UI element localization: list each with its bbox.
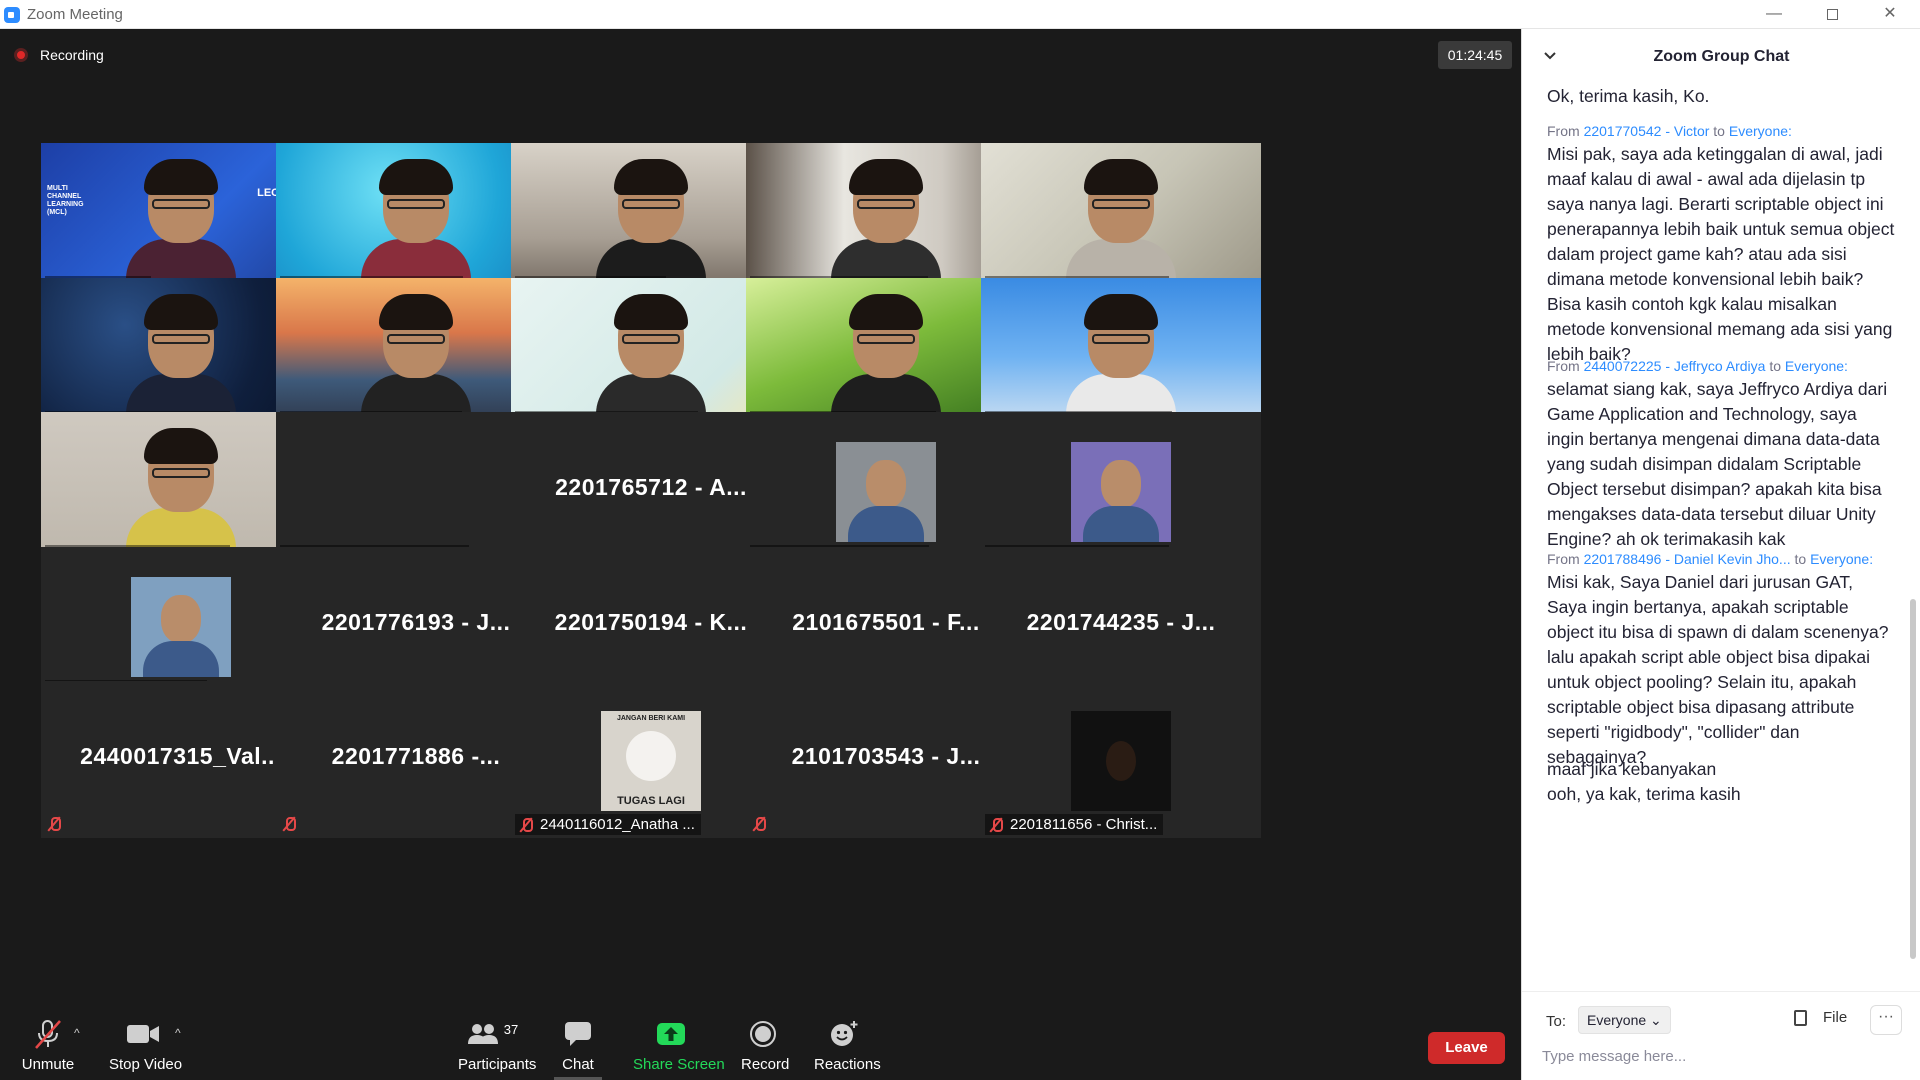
message-text: Misi pak, saya ada ketinggalan di awal, …: [1547, 144, 1895, 364]
chat-header: Zoom Group Chat: [1522, 29, 1920, 85]
share-screen-button[interactable]: Share Screen: [633, 1018, 725, 1080]
chat-scrollbar[interactable]: [1910, 129, 1916, 959]
participant-tile[interactable]: 2201811656 - Christ...: [981, 681, 1261, 838]
chat-message: From 2201770542 - Victor to Everyone: Mis…: [1547, 123, 1897, 367]
recipient-select[interactable]: Everyone ⌄: [1578, 1006, 1671, 1034]
maximize-button[interactable]: [1803, 0, 1861, 29]
more-options-button[interactable]: ···: [1870, 1005, 1902, 1035]
audio-options-caret[interactable]: ^: [74, 1026, 80, 1040]
chat-button[interactable]: Chat: [554, 1018, 602, 1080]
participant-name-label: 2440116012_Anatha ...: [515, 814, 701, 835]
participant-tile[interactable]: 2440072225 - Jeffryc...: [981, 143, 1261, 300]
to-label: To:: [1546, 1013, 1567, 1030]
message-input[interactable]: [1542, 1041, 1902, 1071]
message-text: Misi kak, Saya Daniel dari jurusan GAT, …: [1547, 572, 1889, 767]
record-icon: [741, 1018, 785, 1050]
stop-video-label: Stop Video: [109, 1056, 183, 1073]
participant-tile[interactable]: 2201788496 - Daniel ...: [981, 277, 1261, 435]
scrollbar-thumb[interactable]: [1910, 599, 1916, 959]
sender-name[interactable]: 2201770542 - Victor: [1584, 123, 1710, 139]
video-area: Recording 01:24:45 MULTI CHANNEL LEARNIN…: [0, 29, 1521, 1080]
restore-icon: [1826, 9, 1838, 20]
participant-name: 2201811656 - Christ...: [1010, 816, 1158, 833]
minimize-button[interactable]: —: [1745, 0, 1803, 29]
zoom-app-icon: [4, 7, 20, 23]
zoom-window: Zoom Meeting — ✕ Recording 01:24:45 MULT…: [0, 0, 1920, 1080]
muted-mic-icon: [519, 817, 533, 833]
recipient-name[interactable]: Everyone:: [1729, 123, 1792, 139]
chat-message: maaf jika kebanyakan ooh, ya kak, terima …: [1547, 757, 1897, 807]
participant-name-display: 2201744235 - J...: [1026, 608, 1216, 635]
message-sender-line: From 2201770542 - Victor to Everyone:: [1547, 123, 1792, 139]
reactions-button[interactable]: Reactions: [814, 1018, 881, 1080]
window-title: Zoom Meeting: [27, 6, 123, 23]
muted-mic-icon: [47, 816, 61, 832]
recording-label: Recording: [40, 47, 104, 63]
chat-title: Zoom Group Chat: [1653, 48, 1790, 65]
leave-button[interactable]: Leave: [1428, 1032, 1505, 1064]
record-button[interactable]: Record: [741, 1018, 790, 1080]
participant-avatar: [131, 576, 231, 677]
unmute-button[interactable]: Unmute: [20, 1018, 76, 1080]
participants-count: 37: [503, 1021, 519, 1037]
file-button[interactable]: File: [1794, 1009, 1847, 1026]
participant-avatar: [836, 442, 936, 542]
reactions-label: Reactions: [814, 1056, 881, 1073]
recording-indicator[interactable]: Recording: [14, 45, 104, 65]
title-bar: Zoom Meeting — ✕: [0, 0, 1920, 29]
participant-name-label: 2201811656 - Christ...: [985, 814, 1164, 835]
unmute-label: Unmute: [21, 1056, 75, 1073]
chat-composer: To: Everyone ⌄ File ···: [1522, 991, 1920, 1080]
message-text: selamat siang kak, saya Jeffryco Ardiya …: [1547, 379, 1888, 549]
message-text: Ok, terima kasih, Ko.: [1547, 86, 1710, 106]
participant-name: 2440116012_Anatha ...: [540, 816, 695, 833]
sender-name[interactable]: 2440072225 - Jeffryco Ardiya: [1584, 358, 1766, 374]
meeting-toolbar: Unmute ^ Stop Video ^ 37 Participants Ch…: [0, 1010, 1521, 1080]
participant-avatar: JANGAN BERI KAMI TUGAS LAGI: [601, 711, 701, 811]
muted-mic-icon: [20, 1018, 76, 1050]
video-options-caret[interactable]: ^: [175, 1026, 181, 1040]
participants-label: Participants: [458, 1056, 537, 1073]
message-sender-line: From 2440072225 - Jeffryco Ardiya to Eve…: [1547, 358, 1848, 374]
meeting-timer: 01:24:45: [1438, 41, 1512, 69]
recording-dot-icon: [14, 48, 28, 62]
share-screen-label: Share Screen: [633, 1056, 725, 1073]
muted-mic-icon: [282, 816, 296, 832]
stop-video-button[interactable]: Stop Video: [109, 1018, 183, 1080]
chat-bubble-icon: [556, 1018, 600, 1050]
video-camera-icon: [109, 1018, 177, 1050]
participants-icon: 37: [458, 1018, 528, 1050]
chat-label: Chat: [562, 1056, 594, 1073]
participants-button[interactable]: 37 Participants: [458, 1018, 537, 1080]
chat-message: Ok, terima kasih, Ko.: [1547, 85, 1897, 109]
participant-tile[interactable]: 2201744235 - J...: [981, 546, 1261, 704]
file-icon: [1794, 1009, 1807, 1026]
muted-mic-icon: [752, 816, 766, 832]
participant-tile[interactable]: 2201729013 - Selo B...: [981, 412, 1261, 569]
muted-mic-icon: [989, 817, 1003, 833]
participant-avatar: [1071, 442, 1171, 542]
recipient-name[interactable]: Everyone:: [1810, 551, 1873, 567]
message-text: maaf jika kebanyakan ooh, ya kak, terima …: [1547, 759, 1741, 804]
smiley-plus-icon: [814, 1018, 874, 1050]
chat-panel: Zoom Group Chat Ok, terima kasih, Ko. Fro…: [1521, 29, 1920, 1080]
recipient-name[interactable]: Everyone:: [1785, 358, 1848, 374]
mcl-overlay-text: MULTI CHANNEL LEARNING (MCL): [47, 185, 84, 216]
record-label: Record: [741, 1056, 790, 1073]
close-window-button[interactable]: ✕: [1861, 0, 1919, 29]
gallery-grid: MULTI CHANNEL LEARNING (MCL)LECTURERD449…: [41, 143, 1481, 963]
meme-top-text: JANGAN BERI KAMI: [616, 715, 686, 722]
meme-bottom-text: TUGAS LAGI: [617, 795, 685, 807]
chat-message: From 2440072225 - Jeffryco Ardiya to Eve…: [1547, 358, 1897, 552]
share-screen-icon: [633, 1018, 709, 1050]
chat-message: From 2201788496 - Daniel Kevin Jho... to…: [1547, 551, 1897, 770]
chat-messages[interactable]: Ok, terima kasih, Ko. From 2201770542 - V…: [1522, 85, 1920, 991]
participant-avatar: [1071, 711, 1171, 811]
message-sender-line: From 2201788496 - Daniel Kevin Jho... to…: [1547, 551, 1874, 567]
file-label: File: [1823, 1009, 1848, 1026]
sender-name[interactable]: 2201788496 - Daniel Kevin Jho...: [1584, 551, 1791, 567]
